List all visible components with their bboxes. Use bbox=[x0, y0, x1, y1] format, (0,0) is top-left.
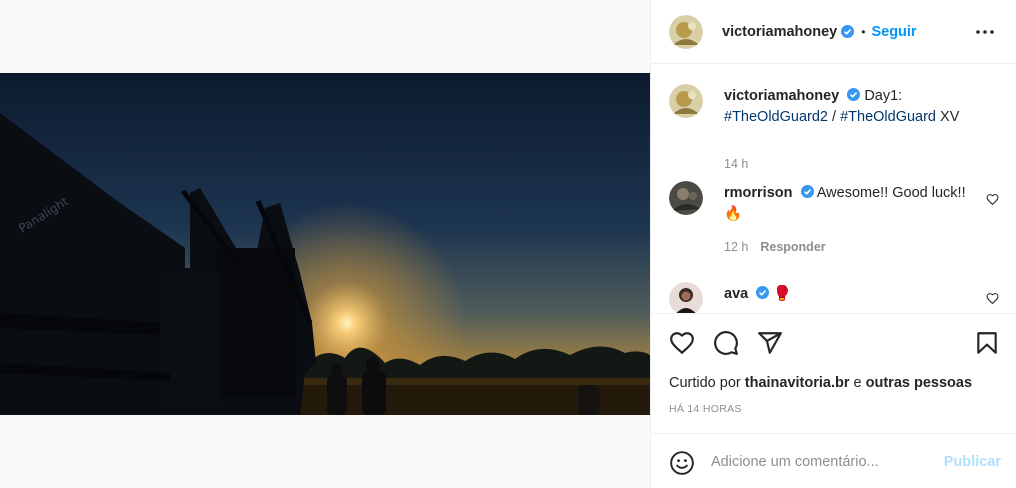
like-comment-heart-icon[interactable] bbox=[986, 193, 999, 206]
bookmark-icon[interactable] bbox=[974, 330, 1000, 356]
caption-meta: 14 h bbox=[724, 157, 748, 171]
heart-icon[interactable] bbox=[669, 330, 695, 356]
like-comment-heart-icon[interactable] bbox=[986, 292, 999, 305]
caption-content: Day1: bbox=[864, 88, 903, 104]
fire-emoji: 🔥 bbox=[724, 206, 743, 222]
verified-badge-icon bbox=[756, 286, 770, 299]
post-timestamp[interactable]: Há 14 horas bbox=[669, 403, 742, 415]
boxing-glove-emoji: 🥊 bbox=[773, 286, 792, 302]
comment-text: ava 🥊 bbox=[724, 284, 986, 305]
author-username[interactable]: victoriamahoney bbox=[722, 24, 837, 40]
comment-input[interactable] bbox=[711, 448, 931, 476]
caption-time[interactable]: 14 h bbox=[724, 157, 748, 171]
commenter-avatar[interactable] bbox=[669, 282, 703, 313]
commenter-avatar[interactable] bbox=[669, 181, 703, 215]
caption-slash: / bbox=[827, 109, 841, 125]
commenter-username[interactable]: rmorrison bbox=[724, 185, 793, 201]
hashtag-link[interactable]: #TheOldGuard2 bbox=[724, 109, 828, 125]
share-icon[interactable] bbox=[757, 330, 783, 356]
comment-meta: 12 h Responder bbox=[724, 240, 826, 254]
post-header: victoriamahoney • Seguir bbox=[651, 0, 1016, 64]
add-comment-bar: Publicar bbox=[651, 433, 1016, 488]
verified-badge-icon bbox=[800, 185, 814, 198]
caption-tail: XV bbox=[936, 109, 960, 125]
liker-username[interactable]: thainavitoria.br bbox=[745, 375, 850, 391]
comment-row: rmorrison Awesome!! Good luck!! 🔥 12 h Re… bbox=[669, 181, 999, 261]
more-options-icon[interactable] bbox=[975, 24, 995, 40]
likes-summary: Curtido por thainavitoria.br e outras pe… bbox=[669, 375, 972, 391]
likes-conj: e bbox=[849, 375, 866, 391]
follow-button[interactable]: Seguir bbox=[871, 24, 916, 40]
comments-list[interactable]: victoriamahoney Day1: #TheOldGuard2 / #T… bbox=[651, 65, 1016, 313]
comment-icon[interactable] bbox=[713, 330, 739, 356]
verified-badge-icon bbox=[841, 25, 855, 38]
publish-button[interactable]: Publicar bbox=[944, 454, 1001, 470]
caption-username[interactable]: victoriamahoney bbox=[724, 88, 839, 104]
media-panel: Panalight bbox=[0, 0, 650, 488]
comment-content: Awesome!! Good luck!! bbox=[816, 185, 966, 201]
comment-text: rmorrison Awesome!! Good luck!! 🔥 bbox=[724, 183, 986, 225]
post-actions: Curtido por thainavitoria.br e outras pe… bbox=[651, 313, 1016, 433]
post-side-panel: victoriamahoney • Seguir victoriamahoney… bbox=[650, 0, 1016, 488]
commenter-username[interactable]: ava bbox=[724, 286, 748, 302]
hashtag-link[interactable]: #TheOldGuard bbox=[840, 109, 936, 125]
comment-time[interactable]: 12 h bbox=[724, 240, 748, 254]
likes-prefix: Curtido por bbox=[669, 375, 745, 391]
caption-row: victoriamahoney Day1: #TheOldGuard2 / #T… bbox=[669, 84, 999, 171]
reply-button[interactable]: Responder bbox=[760, 240, 825, 254]
post-photo[interactable]: Panalight bbox=[0, 73, 650, 415]
caption-text: victoriamahoney Day1: #TheOldGuard2 / #T… bbox=[724, 86, 986, 128]
instagram-post-modal: Panalight victoriamahoney • Seguir victo… bbox=[0, 0, 1016, 488]
author-avatar[interactable] bbox=[669, 14, 703, 49]
comment-row: ava 🥊 bbox=[669, 282, 999, 313]
verified-badge-icon bbox=[847, 88, 861, 101]
others-link[interactable]: outras pessoas bbox=[866, 375, 972, 391]
caption-avatar[interactable] bbox=[669, 84, 703, 118]
emoji-icon[interactable] bbox=[669, 450, 695, 476]
separator-dot: • bbox=[861, 24, 866, 39]
